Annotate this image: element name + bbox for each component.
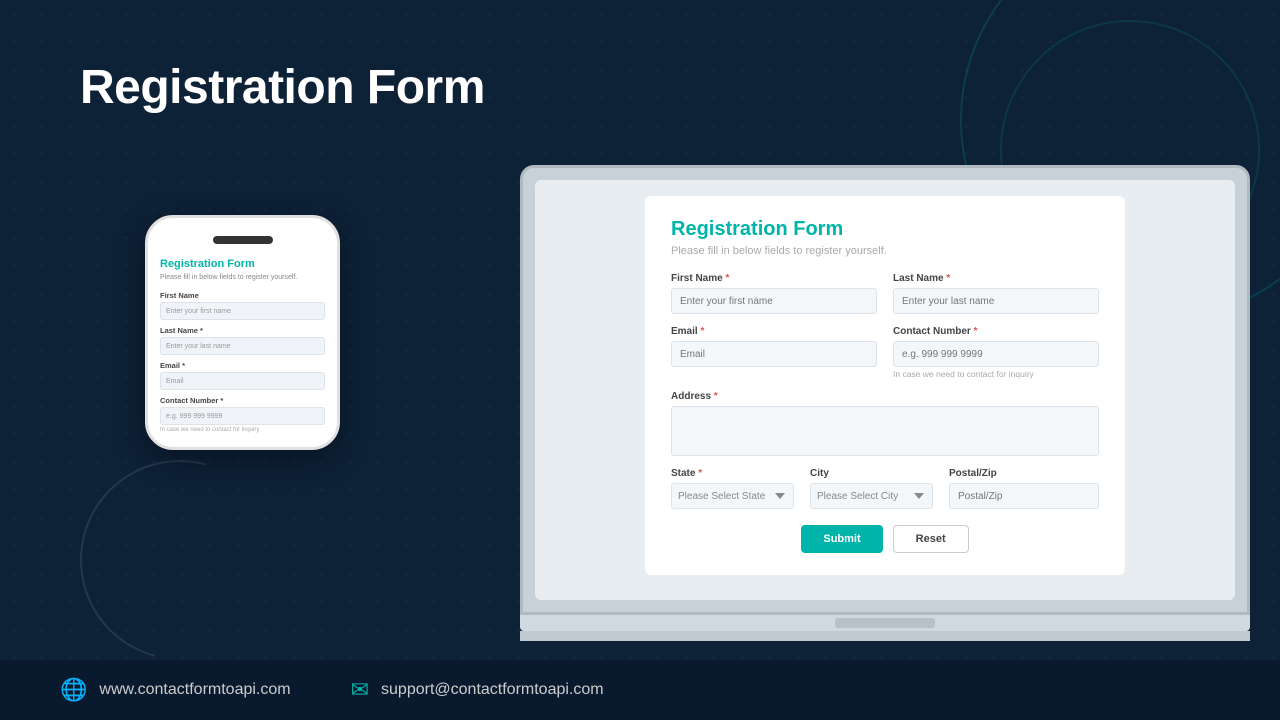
footer: 🌐 www.contactformtoapi.com ✉ support@con… (0, 660, 1280, 720)
email-label: Email * (671, 326, 877, 337)
laptop-base (520, 615, 1250, 631)
form-group-address: Address * (671, 391, 1099, 456)
state-label: State * (671, 468, 794, 479)
footer-email: ✉ support@contactformtoapi.com (351, 677, 604, 703)
footer-email-text: support@contactformtoapi.com (381, 681, 604, 699)
deco-arc (43, 423, 316, 696)
phone-first-name-input[interactable]: Enter your first name (160, 302, 325, 320)
phone-email-label: Email * (160, 361, 325, 370)
globe-icon: 🌐 (60, 677, 87, 703)
form-actions: Submit Reset (671, 525, 1099, 553)
reset-button[interactable]: Reset (893, 525, 969, 553)
form-group-postal: Postal/Zip (949, 468, 1099, 509)
form-row-location: State * Please Select State City Please … (671, 468, 1099, 509)
page-title: Registration Form (80, 60, 485, 115)
submit-button[interactable]: Submit (801, 525, 882, 553)
laptop-trackpad (835, 618, 935, 628)
phone-form-title: Registration Form (160, 258, 325, 270)
laptop-screen-inner: Registration Form Please fill in below f… (535, 180, 1235, 600)
form-group-city: City Please Select City (810, 468, 933, 509)
desktop-form-container: Registration Form Please fill in below f… (645, 196, 1125, 575)
email-icon: ✉ (351, 677, 369, 703)
phone-first-name-label: First Name (160, 291, 325, 300)
form-group-first-name: First Name * (671, 273, 877, 314)
form-row-email-contact: Email * Contact Number * In case we need… (671, 326, 1099, 379)
laptop-mockup: Registration Form Please fill in below f… (520, 165, 1250, 641)
footer-website-text: www.contactformtoapi.com (99, 681, 290, 699)
contact-input[interactable] (893, 341, 1099, 367)
first-name-input[interactable] (671, 288, 877, 314)
form-row-address: Address * (671, 391, 1099, 456)
phone-contact-input[interactable]: e.g. 999 999 9999 (160, 407, 325, 425)
desktop-form-subtitle: Please fill in below fields to register … (671, 245, 1099, 257)
laptop-stand (520, 631, 1250, 641)
state-select[interactable]: Please Select State (671, 483, 794, 509)
phone-last-name-label: Last Name * (160, 326, 325, 335)
phone-last-name-input[interactable]: Enter your last name (160, 337, 325, 355)
phone-notch (213, 236, 273, 244)
phone-mockup: Registration Form Please fill in below f… (145, 215, 340, 450)
last-name-input[interactable] (893, 288, 1099, 314)
phone-contact-label: Contact Number * (160, 396, 325, 405)
city-label: City (810, 468, 933, 479)
laptop-screen: Registration Form Please fill in below f… (520, 165, 1250, 615)
form-group-contact: Contact Number * In case we need to cont… (893, 326, 1099, 379)
phone-email-input[interactable]: Email (160, 372, 325, 390)
desktop-form-title: Registration Form (671, 218, 1099, 241)
postal-input[interactable] (949, 483, 1099, 509)
contact-label: Contact Number * (893, 326, 1099, 337)
last-name-label: Last Name * (893, 273, 1099, 284)
email-input[interactable] (671, 341, 877, 367)
first-name-label: First Name * (671, 273, 877, 284)
form-group-last-name: Last Name * (893, 273, 1099, 314)
form-group-state: State * Please Select State (671, 468, 794, 509)
phone-form-subtitle: Please fill in below fields to register … (160, 273, 325, 283)
city-select[interactable]: Please Select City (810, 483, 933, 509)
address-textarea[interactable] (671, 406, 1099, 456)
phone-contact-helper: In case we need to contact for inquiry (160, 427, 325, 433)
form-group-email: Email * (671, 326, 877, 379)
footer-website: 🌐 www.contactformtoapi.com (60, 677, 291, 703)
form-row-name: First Name * Last Name * (671, 273, 1099, 314)
contact-helper: In case we need to contact for inquiry (893, 369, 1099, 379)
postal-label: Postal/Zip (949, 468, 1099, 479)
address-label: Address * (671, 391, 1099, 402)
